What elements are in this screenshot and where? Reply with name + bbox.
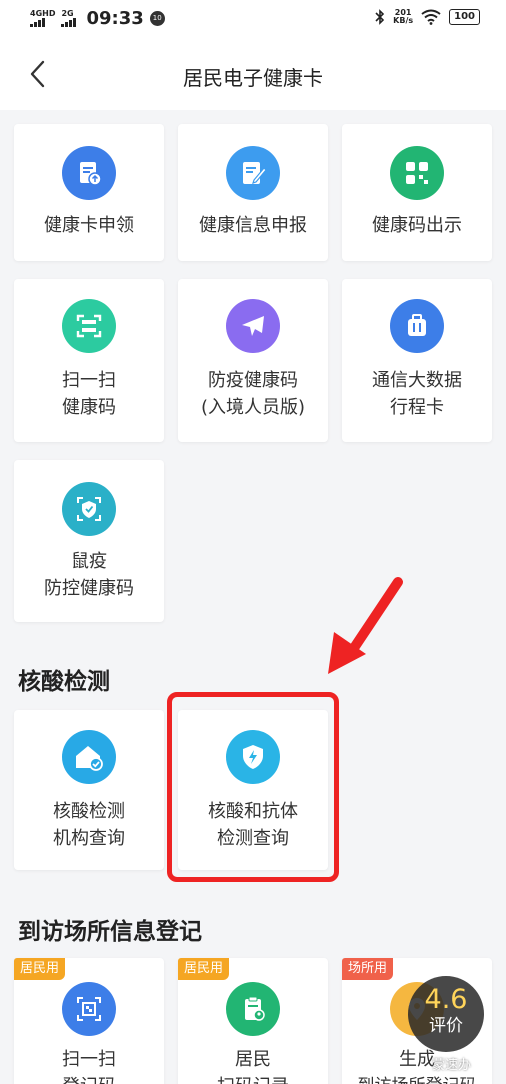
icon-wrapper [226, 982, 280, 1036]
service-card-trip-card[interactable]: 通信大数据 行程卡 [342, 279, 492, 442]
card-label: 健康码出示 [372, 215, 462, 236]
bluetooth-icon [375, 9, 385, 25]
tag-venue: 场所用 [342, 958, 394, 980]
card-label-line2: 机构查询 [53, 828, 125, 849]
edit-document-icon [243, 162, 267, 184]
status-right: 201 KB/s 100 [375, 9, 480, 25]
rating-score: 4.6 [424, 984, 468, 1015]
wifi-icon [421, 9, 441, 25]
card-label-line2: 到访场所登记码 [342, 1073, 492, 1084]
shield-scan-icon [77, 497, 101, 521]
card-label-line2: 行程卡 [390, 397, 444, 418]
icon-wrapper [62, 146, 116, 200]
network-4g-indicator: 4GHD [30, 10, 55, 27]
icon-wrapper [390, 146, 444, 200]
service-card-show-health-code[interactable]: 健康码出示 [342, 124, 492, 261]
card-label-line2: 扫码记录 [178, 1073, 328, 1084]
watermark: 蒙速办 [432, 1058, 472, 1073]
clock: 09:33 [86, 8, 144, 29]
service-card-health-info-report[interactable]: 健康信息申报 [178, 124, 328, 261]
card-label-line2: 登记码 [14, 1073, 164, 1084]
signal-bars-icon [30, 18, 45, 27]
icon-wrapper [62, 982, 116, 1036]
nav-bar: 居民电子健康卡 [0, 38, 506, 110]
icon-wrapper [226, 299, 280, 353]
status-left: 4GHD 2G 09:33 10 [30, 8, 165, 29]
card-label-line1: 防疫健康码 [208, 370, 298, 391]
card-label-line2: 健康码 [62, 397, 116, 418]
service-card-scan-health-code[interactable]: 扫一扫 健康码 [14, 279, 164, 442]
qr-code-icon [406, 162, 428, 184]
card-label-line1: 居民 [235, 1049, 271, 1070]
scan-icon [76, 314, 102, 338]
service-card-plague-health-code[interactable]: 鼠疫 防控健康码 [14, 460, 164, 622]
status-bar: 4GHD 2G 09:33 10 201 KB/s 100 [0, 0, 506, 38]
rating-label: 评价 [429, 1016, 463, 1036]
section-title-visit: 到访场所信息登记 [18, 919, 202, 945]
card-label-line1: 通信大数据 [372, 370, 462, 391]
service-card-entry-health-code[interactable]: 防疫健康码 (入境人员版) [178, 279, 328, 442]
highlight-box [167, 692, 339, 882]
icon-wrapper [62, 482, 116, 536]
icon-wrapper [390, 299, 444, 353]
tag-resident: 居民用 [14, 958, 66, 980]
card-label-line2: (入境人员版) [200, 397, 306, 418]
house-check-icon [76, 746, 103, 771]
icon-wrapper [62, 299, 116, 353]
service-card-apply-health-card[interactable]: 健康卡申领 [14, 124, 164, 261]
scan-register-icon [77, 997, 101, 1021]
rating-button[interactable]: 4.6 评价 [408, 976, 484, 1052]
service-card-testing-institution[interactable]: 核酸检测 机构查询 [14, 710, 164, 870]
network-2g-label: 2G [61, 9, 74, 18]
card-label: 健康卡申领 [44, 215, 134, 236]
service-card-resident-scan-records[interactable]: 居民用 居民 扫码记录 [178, 958, 328, 1084]
section-title-nucleic: 核酸检测 [18, 669, 110, 695]
tag-resident: 居民用 [178, 958, 230, 980]
card-label-line2: 防控健康码 [44, 578, 134, 599]
notification-badge: 10 [149, 11, 165, 26]
card-label-line1: 鼠疫 [71, 551, 107, 572]
icon-wrapper [226, 146, 280, 200]
network-speed: 201 KB/s [393, 9, 413, 25]
card-apply-icon [80, 162, 102, 186]
card-label-line1: 核酸检测 [53, 801, 125, 822]
battery-indicator: 100 [449, 9, 480, 25]
red-arrow-icon [328, 577, 403, 674]
card-label: 健康信息申报 [199, 215, 307, 236]
service-card-scan-register-code[interactable]: 居民用 扫一扫 登记码 [14, 958, 164, 1084]
luggage-icon [408, 314, 426, 336]
signal-bars-icon [61, 18, 77, 27]
page-title: 居民电子健康卡 [183, 66, 323, 90]
network-2g-indicator: 2G [61, 9, 77, 27]
card-label-line1: 扫一扫 [62, 1049, 116, 1070]
icon-wrapper [62, 730, 116, 784]
airplane-icon [242, 316, 264, 336]
clipboard-user-icon [245, 996, 265, 1021]
network-speed-unit: KB/s [393, 16, 414, 25]
network-4g-label: 4GHD [30, 9, 56, 18]
card-label-line1: 扫一扫 [62, 370, 116, 391]
